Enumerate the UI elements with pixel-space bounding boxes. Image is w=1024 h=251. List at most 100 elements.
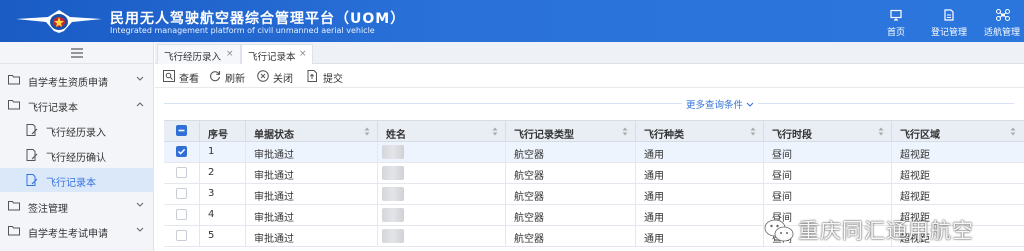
- nav-registration[interactable]: 登记管理: [919, 0, 979, 42]
- file-edit-icon: [26, 149, 38, 161]
- sidebar-item-self-study-qualification[interactable]: 自学考生资质申请: [0, 68, 154, 92]
- row-checkbox[interactable]: [176, 209, 187, 220]
- cell-status: 审批通过: [246, 205, 378, 225]
- column-header-no[interactable]: 序号: [200, 121, 246, 142]
- hamburger-icon: [71, 47, 83, 58]
- more-query-bar: 更多查询条件: [164, 95, 1024, 111]
- cell-flight-area-text: 超视距: [900, 150, 930, 161]
- column-header-record-type[interactable]: 飞行记录类型: [506, 121, 636, 142]
- file-edit-icon: [26, 124, 38, 136]
- sort-icon[interactable]: [878, 127, 884, 136]
- sidebar-item-flight-logbook-group[interactable]: 飞行记录本: [0, 93, 154, 117]
- row-checkbox[interactable]: [176, 167, 187, 178]
- folder-open-icon: [8, 100, 20, 110]
- nav-home[interactable]: 首页: [866, 0, 926, 42]
- cell-status: 审批通过: [246, 226, 378, 246]
- sidebar-item-flight-experience-entry[interactable]: 飞行经历录入: [0, 118, 154, 142]
- tab-flight-experience-entry[interactable]: 飞行经历录入 ×: [157, 44, 241, 64]
- sidebar-item-flight-experience-confirm[interactable]: 飞行经历确认: [0, 143, 154, 167]
- cell-flight-area-text: 超视距: [900, 171, 930, 182]
- cell-no-text: 2: [208, 167, 215, 178]
- cell-status-text: 审批通过: [254, 192, 294, 203]
- top-header: 民用无人驾驶航空器综合管理平台（UOM） Integrated manageme…: [0, 0, 1024, 42]
- sidebar-item-label: 飞行记录本: [28, 103, 78, 114]
- sidebar-item-endorsement-management[interactable]: 签注管理: [0, 194, 154, 218]
- sidebar: 自学考生资质申请 飞行记录本 飞行经历录入 飞行经历确认 飞行记录本 签注管理 …: [0, 42, 154, 251]
- sort-icon[interactable]: [1010, 127, 1016, 136]
- sidebar-item-flight-logbook[interactable]: 飞行记录本: [0, 168, 154, 192]
- column-header-status[interactable]: 单据状态: [246, 121, 378, 142]
- sort-icon[interactable]: [364, 127, 370, 136]
- row-checkbox[interactable]: [176, 188, 187, 199]
- nav-airworthiness-label: 适航管理: [983, 28, 1020, 38]
- cell-record-type-text: 航空器: [514, 213, 544, 224]
- wechat-logo-icon: [764, 219, 794, 242]
- column-header-label: 飞行时段: [772, 130, 812, 141]
- tab-close-icon[interactable]: ×: [299, 49, 307, 59]
- column-header-flight-area[interactable]: 飞行区域: [892, 121, 1024, 142]
- cell-no: 1: [200, 142, 246, 162]
- cell-status: 审批通过: [246, 142, 378, 162]
- cell-status-text: 审批通过: [254, 150, 294, 161]
- column-header-name[interactable]: 姓名: [378, 121, 506, 142]
- cell-flight-period-text: 昼间: [772, 171, 792, 182]
- cell-flight-kind: 通用: [636, 142, 764, 162]
- cell-flight-period: 昼间: [764, 142, 892, 162]
- chevron-down-icon: [136, 202, 144, 207]
- table-row[interactable]: 1 审批通过 航空器 通用 昼间 超视距: [164, 142, 1024, 163]
- monitor-icon: [890, 9, 902, 21]
- cell-select: [164, 184, 200, 204]
- sidebar-item-label: 签注管理: [28, 204, 68, 215]
- cell-flight-period: 昼间: [764, 184, 892, 204]
- table-row[interactable]: 2 审批通过 航空器 通用 昼间 超视距: [164, 163, 1024, 184]
- cell-flight-area: 超视距: [892, 142, 1024, 162]
- row-checkbox[interactable]: [176, 230, 187, 241]
- app-window: 民用无人驾驶航空器综合管理平台（UOM） Integrated manageme…: [0, 0, 1024, 251]
- refresh-icon: [210, 71, 221, 82]
- cell-record-type: 航空器: [506, 184, 636, 204]
- cell-no: 3: [200, 184, 246, 204]
- column-header-flight-kind[interactable]: 飞行种类: [636, 121, 764, 142]
- cell-name: [378, 184, 506, 204]
- sort-icon[interactable]: [622, 127, 628, 136]
- cell-select: [164, 163, 200, 183]
- tab-close-icon[interactable]: ×: [226, 49, 234, 59]
- table-header: 序号 单据状态 姓名 飞行记录类型 飞行种类 飞行时段 飞行区域: [164, 120, 1024, 142]
- folder-icon: [8, 75, 20, 85]
- row-checkbox[interactable]: [176, 146, 187, 157]
- menu-toggle-button[interactable]: [0, 42, 154, 64]
- sort-icon[interactable]: [750, 127, 756, 136]
- cell-select: [164, 226, 200, 246]
- drone-icon: [996, 9, 1010, 21]
- cell-record-type: 航空器: [506, 163, 636, 183]
- watermark: 重庆同汇通用航空: [762, 213, 1024, 247]
- cell-select: [164, 205, 200, 225]
- sidebar-item-self-study-exam[interactable]: 自学考生考试申请: [0, 219, 154, 243]
- column-header-flight-period[interactable]: 飞行时段: [764, 121, 892, 142]
- cell-flight-kind: 通用: [636, 163, 764, 183]
- cell-flight-kind-text: 通用: [644, 150, 664, 161]
- sidebar-item-label: 自学考生资质申请: [28, 78, 108, 89]
- nav-registration-label: 登记管理: [930, 28, 967, 38]
- submit-icon: [307, 70, 317, 82]
- header-select-all[interactable]: [164, 121, 200, 142]
- cell-record-type: 航空器: [506, 226, 636, 246]
- cell-status-text: 审批通过: [254, 234, 294, 245]
- cell-flight-kind-text: 通用: [644, 171, 664, 182]
- toolbar: 查看 刷新 关闭 提交: [155, 64, 1024, 88]
- column-header-label: 飞行记录类型: [514, 130, 574, 141]
- chevron-down-icon: [746, 102, 754, 107]
- document-icon: [944, 9, 954, 21]
- redacted-name: [382, 229, 404, 243]
- nav-airworthiness[interactable]: 适航管理: [972, 0, 1024, 42]
- cell-record-type: 航空器: [506, 142, 636, 162]
- sort-icon[interactable]: [492, 127, 498, 136]
- table-row[interactable]: 3 审批通过 航空器 通用 昼间 超视距: [164, 184, 1024, 205]
- tab-label: 飞行经历录入: [164, 52, 222, 63]
- select-all-checkbox[interactable]: [176, 125, 187, 136]
- more-query-toggle[interactable]: 更多查询条件: [682, 97, 759, 111]
- refresh-button-label: 刷新: [225, 74, 245, 85]
- tab-flight-logbook[interactable]: 飞行记录本 ×: [241, 44, 313, 64]
- cell-no: 5: [200, 226, 246, 246]
- cell-name: [378, 226, 506, 246]
